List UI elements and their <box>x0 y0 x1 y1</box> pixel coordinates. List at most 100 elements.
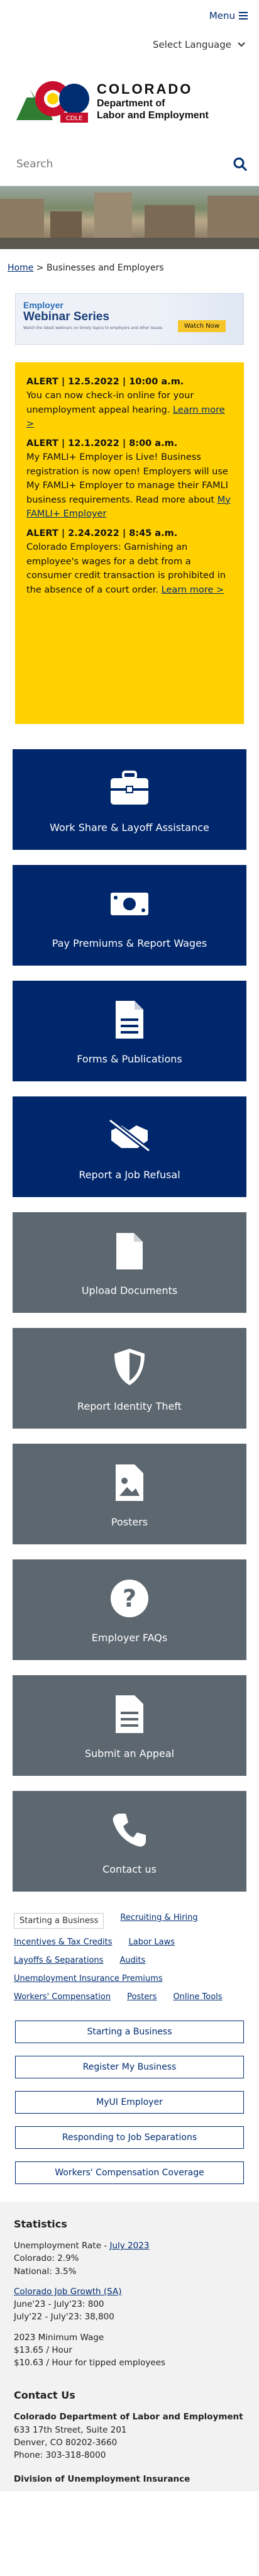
alert-link[interactable]: Learn more > <box>162 585 224 595</box>
tab-incentives[interactable]: Incentives & Tax Credits <box>14 1938 112 1947</box>
unemployment-stats: Unemployment Rate - July 2023 Colorado: … <box>14 2239 245 2278</box>
division-name: Division of Unemployment Insurance <box>14 2474 190 2485</box>
money-icon <box>107 882 152 926</box>
tab-labor-laws[interactable]: Labor Laws <box>128 1938 175 1947</box>
job-separations-button[interactable]: Responding to Job Separations <box>15 2126 244 2149</box>
topic-tabs: Starting a Business Recruiting & Hiring … <box>0 1907 259 2002</box>
top-bar: Menu <box>0 0 259 35</box>
tile-upload-documents[interactable]: Upload Documents <box>13 1212 246 1313</box>
tile-work-share[interactable]: Work Share & Layoff Assistance <box>13 749 246 850</box>
tile-contact-us[interactable]: Contact us <box>13 1791 246 1892</box>
tile-job-refusal[interactable]: Report a Job Refusal <box>13 1096 246 1197</box>
service-tiles: Work Share & Layoff Assistance Pay Premi… <box>0 724 259 1892</box>
tile-identity-theft[interactable]: Report Identity Theft <box>13 1328 246 1429</box>
job-growth-link[interactable]: Colorado Job Growth (SA) <box>14 2287 122 2297</box>
banner-title: Webinar Series <box>23 310 109 323</box>
workers-comp-button[interactable]: Workers' Compensation Coverage <box>15 2161 244 2184</box>
no-handshake-icon <box>107 1113 152 1157</box>
svg-text:CDLE: CDLE <box>66 115 83 122</box>
site-logo[interactable]: CDLE COLORADO Department of Labor and Em… <box>0 60 259 142</box>
hamburger-icon <box>239 12 248 20</box>
min-wage-title: 2023 Minimum Wage <box>14 2332 104 2343</box>
min-wage-tipped: $10.63 / Hour for tipped employees <box>14 2358 166 2368</box>
tab-layoffs[interactable]: Layoffs & Separations <box>14 1956 103 1965</box>
tile-submit-appeal[interactable]: Submit an Appeal <box>13 1675 246 1776</box>
alert-item: ALERT | 12.5.2022 | 10:00 a.m. You can n… <box>26 375 233 432</box>
svg-text:?: ? <box>123 1585 136 1612</box>
search-input[interactable] <box>16 157 233 170</box>
tab-starting-business[interactable]: Starting a Business <box>14 1913 104 1929</box>
minimum-wage: 2023 Minimum Wage $13.65 / Hour $10.63 /… <box>14 2331 245 2370</box>
banner-line1: Employer <box>23 300 63 310</box>
tab-recruiting-hiring[interactable]: Recruiting & Hiring <box>120 1913 197 1929</box>
logo-state: COLORADO <box>97 81 193 97</box>
watch-now-button[interactable]: Watch Now <box>177 320 226 332</box>
starting-business-button[interactable]: Starting a Business <box>15 2021 244 2043</box>
alert-item: ALERT | 12.1.2022 | 8:00 a.m. My FAMLI+ … <box>26 437 233 521</box>
document-lines-icon <box>107 1692 152 1736</box>
tile-label: Pay Premiums & Report Wages <box>52 937 207 949</box>
briefcase-icon <box>107 766 152 810</box>
national-rate: National: 3.5% <box>14 2266 77 2277</box>
colorado-logo-icon: CDLE <box>16 76 92 126</box>
breadcrumb: Home > Businesses and Employers <box>0 249 259 287</box>
language-row: Select Language <box>0 35 259 60</box>
tab-online-tools[interactable]: Online Tools <box>173 1992 222 2002</box>
tile-label: Work Share & Layoff Assistance <box>50 821 209 834</box>
breadcrumb-separator: > <box>36 263 44 273</box>
tile-label: Employer FAQs <box>91 1631 168 1644</box>
alert-heading: ALERT | 12.1.2022 | 8:00 a.m. <box>26 438 178 449</box>
footer: Statistics Unemployment Rate - July 2023… <box>0 2202 259 2491</box>
breadcrumb-current: Businesses and Employers <box>46 263 164 273</box>
address-line1: 633 17th Street, Suite 201 <box>14 2424 127 2435</box>
alert-body: You can now check-in online for your une… <box>26 391 194 415</box>
contact-title: Contact Us <box>14 2389 75 2402</box>
menu-label: Menu <box>209 10 235 21</box>
tab-audits[interactable]: Audits <box>119 1956 145 1965</box>
register-business-button[interactable]: Register My Business <box>15 2056 244 2078</box>
hero-image <box>0 186 259 249</box>
logo-dept-line1: Department of <box>97 98 165 109</box>
tab-posters[interactable]: Posters <box>127 1992 157 2002</box>
logo-dept-line2: Labor and Employment <box>97 110 209 121</box>
alert-body: My FAMLI+ Employer is Live! Business reg… <box>26 452 228 505</box>
tile-label: Submit an Appeal <box>84 1747 175 1759</box>
tile-pay-premiums[interactable]: Pay Premiums & Report Wages <box>13 865 246 966</box>
question-icon: ? <box>107 1576 152 1620</box>
image-icon <box>107 1461 152 1505</box>
job-growth-year: July'22 - July'23: 38,800 <box>14 2312 114 2322</box>
search-icon[interactable] <box>233 157 248 172</box>
search-bar <box>0 142 259 186</box>
tile-label: Report a Job Refusal <box>79 1168 180 1181</box>
alerts-box: ALERT | 12.5.2022 | 10:00 a.m. You can n… <box>15 362 244 724</box>
menu-button[interactable]: Menu <box>209 10 248 21</box>
tile-label: Upload Documents <box>81 1284 178 1296</box>
document-icon <box>107 998 152 1042</box>
unemp-label: Unemployment Rate - <box>14 2241 107 2251</box>
stats-title: Statistics <box>14 2218 67 2230</box>
tile-label: Report Identity Theft <box>77 1400 182 1412</box>
webinar-banner[interactable]: Employer Webinar Series Watch the latest… <box>15 293 244 345</box>
contact-info: Colorado Department of Labor and Employm… <box>14 2411 245 2462</box>
alert-heading: ALERT | 12.5.2022 | 10:00 a.m. <box>26 377 184 387</box>
job-growth-stats: Colorado Job Growth (SA) June'23 - July'… <box>14 2285 245 2324</box>
address-line2: Denver, CO 80202-3660 <box>14 2437 118 2448</box>
tab-ui-premiums[interactable]: Unemployment Insurance Premiums <box>14 1974 163 1983</box>
tile-employer-faqs[interactable]: ? Employer FAQs <box>13 1559 246 1660</box>
alert-heading: ALERT | 2.24.2022 | 8:45 a.m. <box>26 528 178 538</box>
language-select[interactable]: Select Language <box>153 39 245 50</box>
tab-workers-comp[interactable]: Workers' Compensation <box>14 1992 111 2002</box>
breadcrumb-home-link[interactable]: Home <box>8 263 33 273</box>
quick-link-buttons: Starting a Business Register My Business… <box>0 2002 259 2184</box>
org-name: Colorado Department of Labor and Employm… <box>14 2412 243 2423</box>
file-icon <box>107 1229 152 1273</box>
phone-number: Phone: 303-318-8000 <box>14 2450 106 2460</box>
tile-posters[interactable]: Posters <box>13 1444 246 1544</box>
tile-label: Posters <box>111 1515 148 1528</box>
tile-label: Forms & Publications <box>77 1052 182 1065</box>
tile-forms[interactable]: Forms & Publications <box>13 981 246 1081</box>
language-label: Select Language <box>152 39 231 50</box>
tile-label: Contact us <box>102 1863 157 1875</box>
unemp-month-link[interactable]: July 2023 <box>109 2241 149 2251</box>
myui-employer-button[interactable]: MyUI Employer <box>15 2091 244 2114</box>
